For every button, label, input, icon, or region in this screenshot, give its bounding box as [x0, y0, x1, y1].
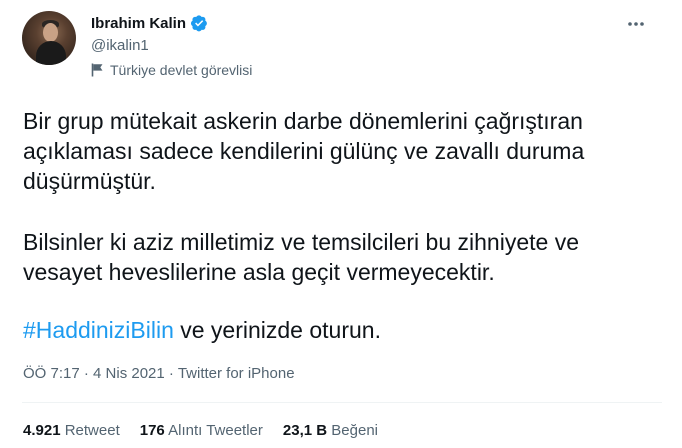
- retweets-count: 4.921: [23, 422, 61, 439]
- user-name-row: Ibrahim Kalin: [91, 14, 208, 32]
- more-horizontal-icon[interactable]: [626, 14, 646, 34]
- quotes-count: 176: [139, 422, 165, 439]
- tweet-paragraph-1: Bir grup mütekait askerin darbe dönemler…: [23, 108, 585, 194]
- likes-count: 23,1 B: [282, 422, 328, 439]
- tweet-paragraph-2: Bilsinler ki aziz milletimiz ve temsilci…: [23, 229, 579, 285]
- tweet-timestamp[interactable]: ÖÖ 7:17 · 4 Nis 2021 ·: [23, 365, 178, 382]
- verified-badge-icon: [191, 15, 207, 32]
- tweet-card: Ibrahim Kalin @ikalin1 Türkiye devlet gö…: [0, 0, 682, 448]
- flag-icon: [91, 63, 103, 77]
- government-label-text: Türkiye devlet görevlisi: [110, 62, 253, 78]
- tweet-source[interactable]: Twitter for iPhone: [178, 365, 295, 382]
- quotes-label: Alıntı Tweetler: [168, 422, 263, 439]
- likes-label: Beğeni: [331, 422, 378, 439]
- quotes-stat[interactable]: 176 Alıntı Tweetler: [140, 422, 263, 439]
- tweet-stats: 4.921 Retweet 176 Alıntı Tweetler 23,1 B…: [23, 422, 398, 439]
- retweets-stat[interactable]: 4.921 Retweet: [23, 422, 120, 439]
- retweets-label: Retweet: [64, 422, 120, 439]
- avatar[interactable]: [22, 11, 76, 65]
- likes-stat[interactable]: 23,1 B Beğeni: [283, 422, 378, 439]
- user-name[interactable]: Ibrahim Kalin: [91, 15, 186, 32]
- tweet-paragraph-3-text: ve yerinizde oturun.: [173, 317, 381, 343]
- divider: [22, 402, 662, 403]
- hashtag-link[interactable]: #HaddiniziBilin: [23, 317, 174, 343]
- tweet-paragraph-3: #HaddiniziBilin ve yerinizde oturun.: [23, 315, 381, 345]
- tweet-meta: ÖÖ 7:17 · 4 Nis 2021 · Twitter for iPhon…: [23, 365, 295, 382]
- user-handle[interactable]: @ikalin1: [91, 37, 149, 54]
- government-label[interactable]: Türkiye devlet görevlisi: [91, 62, 252, 78]
